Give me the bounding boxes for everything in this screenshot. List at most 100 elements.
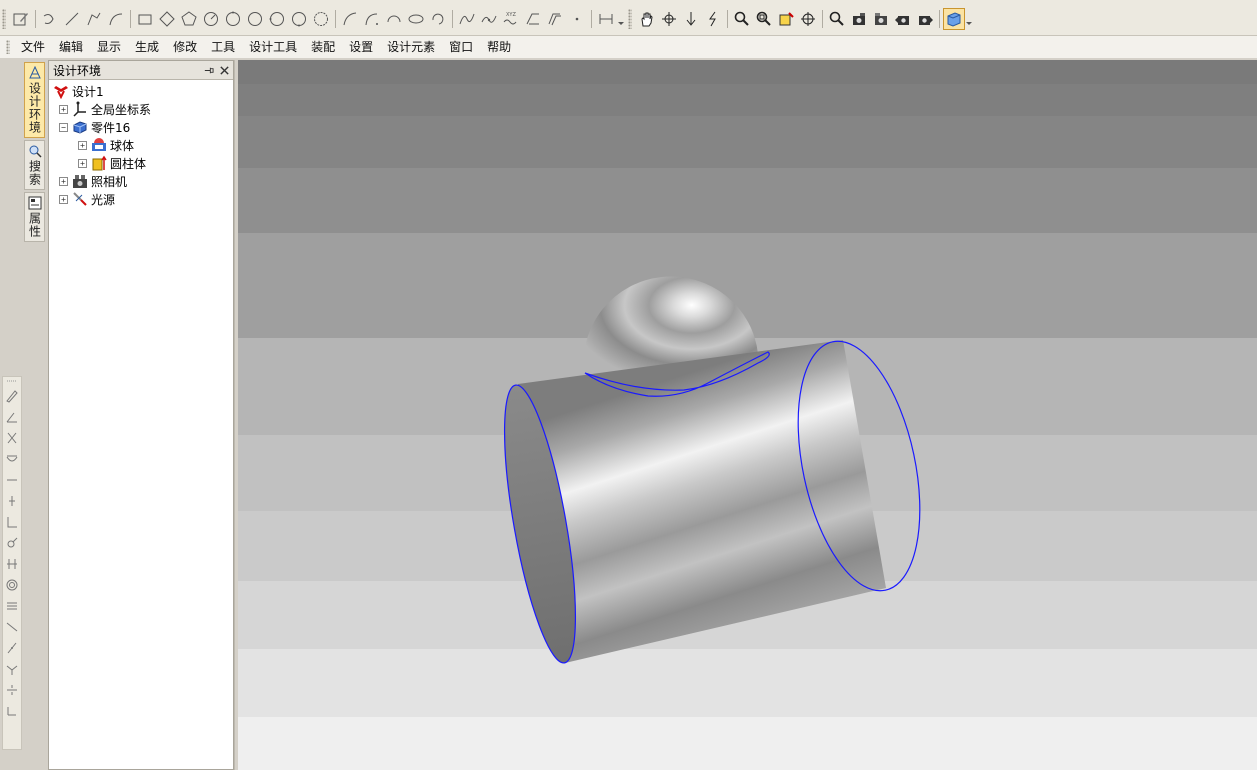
circle-tangent-icon[interactable] [266, 8, 288, 30]
tree-node-camera[interactable]: + 照相机 [51, 172, 233, 190]
menu-file[interactable]: 文件 [14, 36, 52, 58]
bg-band [238, 60, 1257, 84]
arc-reverse-icon[interactable] [427, 8, 449, 30]
polygon-icon[interactable] [310, 8, 332, 30]
circle-2pt-icon[interactable] [244, 8, 266, 30]
pin-icon[interactable] [201, 63, 215, 77]
sketch-edit-icon[interactable] [10, 8, 32, 30]
tab-search[interactable]: 搜索 [24, 140, 45, 190]
equal-constraint-icon[interactable] [3, 595, 21, 616]
vertical-constraint-icon[interactable] [3, 490, 21, 511]
3d-viewport[interactable] [238, 60, 1257, 770]
walk-through-icon[interactable] [702, 8, 724, 30]
expand-toggle[interactable]: + [78, 140, 87, 150]
perpendicular-constraint-icon[interactable] [3, 511, 21, 532]
camera-prev-icon[interactable] [892, 8, 914, 30]
arc-center-icon[interactable] [383, 8, 405, 30]
angle-constraint-icon[interactable] [3, 406, 21, 427]
zoom-fit-icon[interactable] [775, 8, 797, 30]
expand-toggle[interactable]: + [59, 176, 68, 186]
spline-icon[interactable] [456, 8, 478, 30]
menu-tools[interactable]: 工具 [204, 36, 242, 58]
expand-toggle[interactable]: + [59, 194, 68, 204]
scene-render [238, 60, 1257, 770]
menu-settings[interactable]: 设置 [342, 36, 380, 58]
collinear-constraint-icon[interactable] [3, 616, 21, 637]
pentagon-icon[interactable] [178, 8, 200, 30]
line-icon[interactable] [61, 8, 83, 30]
point-icon[interactable] [566, 8, 588, 30]
tangent-line-icon[interactable] [105, 8, 127, 30]
menu-assembly[interactable]: 装配 [304, 36, 342, 58]
bg-band [238, 84, 1257, 116]
render-mode-icon[interactable] [943, 8, 965, 30]
tree-node-part[interactable]: − 零件16 [51, 118, 233, 136]
menu-design-tools[interactable]: 设计工具 [242, 36, 304, 58]
pencil-icon[interactable] [3, 385, 21, 406]
point-on-curve-icon[interactable] [3, 532, 21, 553]
menu-generate[interactable]: 生成 [128, 36, 166, 58]
toolbar-grip[interactable] [628, 9, 632, 29]
menu-edit[interactable]: 编辑 [52, 36, 90, 58]
svg-text:XYZ: XYZ [506, 12, 516, 18]
fixed-constraint-icon[interactable] [3, 637, 21, 658]
close-icon[interactable] [217, 63, 231, 77]
dimension-icon[interactable] [595, 8, 617, 30]
camera-next-icon[interactable] [914, 8, 936, 30]
expand-toggle[interactable]: + [59, 104, 68, 114]
polyline-icon[interactable] [83, 8, 105, 30]
equation-curve-icon[interactable]: XYZ [500, 8, 522, 30]
distance-constraint-icon[interactable] [3, 700, 21, 721]
tangent-constraint-icon[interactable] [3, 448, 21, 469]
symmetric-constraint-icon[interactable] [3, 427, 21, 448]
toolbar-dropdown-icon[interactable] [965, 8, 973, 30]
camera-save-icon[interactable] [848, 8, 870, 30]
tree-node-global-coords[interactable]: + 全局坐标系 [51, 100, 233, 118]
zoom-window-icon[interactable] [753, 8, 775, 30]
coincident-constraint-icon[interactable] [3, 679, 21, 700]
concentric-constraint-icon[interactable] [3, 574, 21, 595]
arc-tangent-icon[interactable] [361, 8, 383, 30]
menu-grip[interactable] [6, 40, 10, 54]
toolbar-grip[interactable] [3, 377, 21, 385]
menu-display[interactable]: 显示 [90, 36, 128, 58]
main-toolbar: XYZ [0, 0, 1257, 36]
point-view-icon[interactable] [797, 8, 819, 30]
tree-node-cylinder[interactable]: + 圆柱体 [51, 154, 233, 172]
circle-3pt-icon[interactable] [222, 8, 244, 30]
zoom-previous-icon[interactable] [826, 8, 848, 30]
menu-modify[interactable]: 修改 [166, 36, 204, 58]
project-curve-icon[interactable] [522, 8, 544, 30]
menu-window[interactable]: 窗口 [442, 36, 480, 58]
rotate-view-icon[interactable] [658, 8, 680, 30]
menu-design-elements[interactable]: 设计元素 [380, 36, 442, 58]
circle-radius-icon[interactable] [288, 8, 310, 30]
camera-restore-icon[interactable] [870, 8, 892, 30]
toolbar-grip[interactable] [2, 9, 6, 29]
rectangle-icon[interactable] [134, 8, 156, 30]
collapse-toggle[interactable]: − [59, 122, 68, 132]
search-icon [29, 145, 42, 158]
tree-node-design[interactable]: 设计1 [51, 82, 233, 100]
curve-arc-icon[interactable] [39, 8, 61, 30]
horizontal-constraint-icon[interactable] [3, 469, 21, 490]
tab-design-environment[interactable]: 设计环境 [24, 62, 45, 138]
parallel-constraint-icon[interactable] [3, 553, 21, 574]
menu-help[interactable]: 帮助 [480, 36, 518, 58]
toolbar-dropdown-icon[interactable] [617, 8, 625, 30]
bg-band [238, 717, 1257, 770]
diamond-icon[interactable] [156, 8, 178, 30]
tree-node-light[interactable]: + 光源 [51, 190, 233, 208]
expand-toggle[interactable]: + [78, 158, 87, 168]
zoom-icon[interactable] [731, 8, 753, 30]
ellipse-icon[interactable] [405, 8, 427, 30]
dynamic-zoom-icon[interactable] [680, 8, 702, 30]
pan-hand-icon[interactable] [636, 8, 658, 30]
tab-properties[interactable]: 属性 [24, 192, 45, 242]
spline-points-icon[interactable] [478, 8, 500, 30]
arc-3pt-icon[interactable] [339, 8, 361, 30]
tree-node-sphere[interactable]: + 球体 [51, 136, 233, 154]
circle-center-icon[interactable] [200, 8, 222, 30]
offset-curve-icon[interactable] [544, 8, 566, 30]
midpoint-constraint-icon[interactable] [3, 658, 21, 679]
